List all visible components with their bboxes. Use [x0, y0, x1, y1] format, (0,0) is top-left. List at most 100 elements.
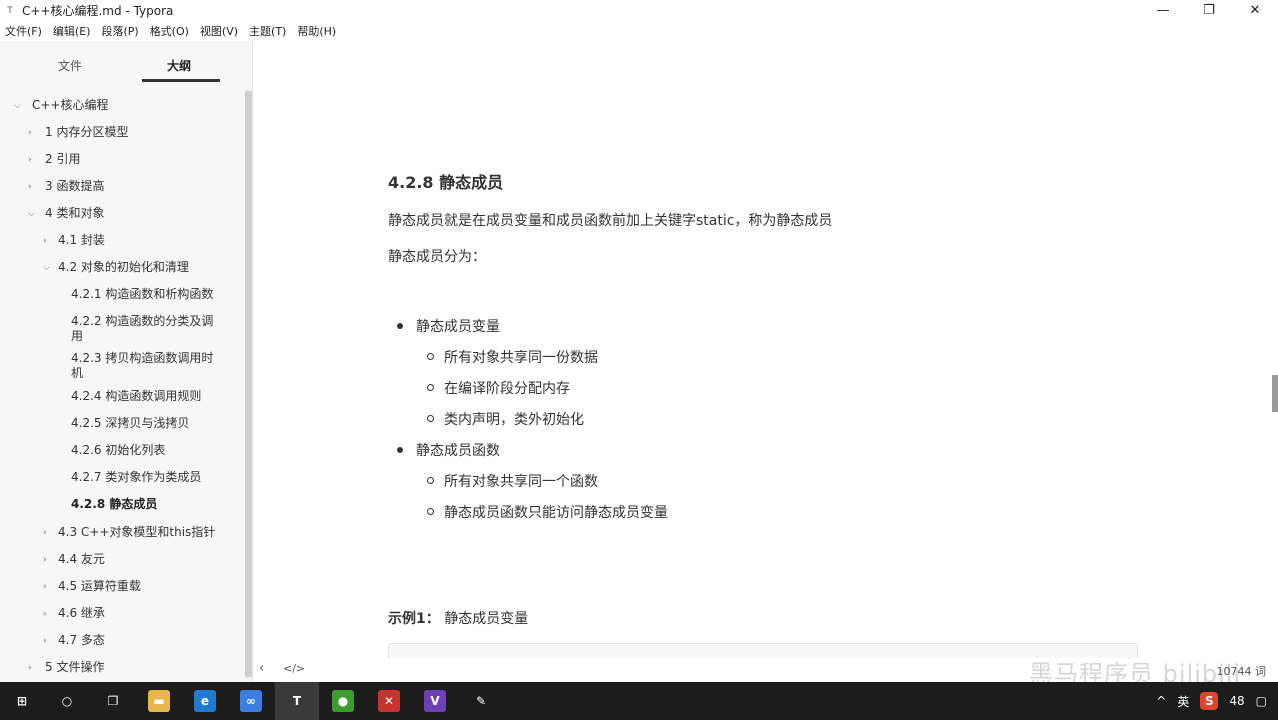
- chevron-down-icon[interactable]: ⌵: [14, 99, 21, 114]
- sidebar: 文件 大纲 ⌵ C++核心编程 › 1 内存分区模型 › 2 引用 › 3 函数提高 ⌵ 4 类和…: [0, 41, 253, 682]
- tray-count[interactable]: 48: [1229, 694, 1244, 708]
- task-view-icon: ❐: [102, 690, 124, 712]
- outline-item-label: 4.2.5 深拷贝与浅拷贝: [71, 416, 190, 430]
- outline-item[interactable]: › 4.5 运算符重载: [0, 579, 240, 609]
- taskbar-edge-button[interactable]: e: [183, 682, 227, 720]
- outline-item-label: 4.3 C++对象模型和this指针: [58, 525, 216, 539]
- source-code-mode-icon[interactable]: </>: [283, 662, 305, 675]
- chevron-right-icon[interactable]: ›: [28, 153, 32, 168]
- menu-help[interactable]: 帮助(H): [297, 23, 336, 39]
- file-explorer-icon: ▬: [148, 690, 170, 712]
- outline-item[interactable]: › 4.1 封装: [0, 233, 240, 263]
- chevron-right-icon[interactable]: ›: [43, 234, 47, 249]
- outline-item[interactable]: ⌵ C++核心编程: [0, 98, 240, 128]
- menu-edit[interactable]: 编辑(E): [53, 23, 91, 39]
- menu-view[interactable]: 视图(V): [200, 23, 238, 39]
- sidebar-scrollbar-thumb[interactable]: [245, 91, 252, 677]
- menu-paragraph[interactable]: 段落(P): [101, 23, 138, 39]
- notification-icon[interactable]: ▢: [1256, 694, 1267, 708]
- start-icon: ⊞: [11, 690, 33, 712]
- taskbar-search-button[interactable]: ○: [45, 682, 89, 720]
- sub-list-item: 所有对象共享同一个函数: [427, 471, 598, 491]
- visual-studio-icon: V: [424, 690, 446, 712]
- menu-theme[interactable]: 主题(T): [249, 23, 286, 39]
- outline-item[interactable]: 4.2.8 静态成员: [0, 497, 240, 527]
- outline-item-label: 4.2.1 构造函数和析构函数: [71, 287, 214, 301]
- chevron-right-icon[interactable]: ›: [28, 126, 32, 141]
- menu-file[interactable]: 文件(F): [5, 23, 42, 39]
- outline-item[interactable]: 4.2.3 拷贝构造函数调用时机: [0, 351, 240, 381]
- title-bar: T C++核心编程.md - Typora — ❐ ✕: [0, 0, 1278, 21]
- outline-item-label: C++核心编程: [32, 98, 109, 112]
- sub-list-item: 静态成员函数只能访问静态成员变量: [427, 502, 668, 522]
- editor-scrollbar-thumb[interactable]: [1272, 375, 1278, 412]
- minimize-button[interactable]: —: [1140, 0, 1186, 21]
- outline-item[interactable]: › 4.7 多态: [0, 633, 240, 663]
- tray-overflow-icon[interactable]: ^: [1156, 694, 1166, 708]
- window-title: C++核心编程.md - Typora: [22, 4, 174, 18]
- taskbar-paint-app-button[interactable]: ✎: [459, 682, 503, 720]
- taskbar-visual-studio-button[interactable]: V: [413, 682, 457, 720]
- outline-item[interactable]: ⌵ 4.2 对象的初始化和清理: [0, 260, 240, 290]
- sub-list-item: 在编译阶段分配内存: [427, 378, 570, 398]
- taskbar-xmind-button[interactable]: ✕: [367, 682, 411, 720]
- outline-item-label: 4 类和对象: [45, 206, 105, 220]
- outline-item[interactable]: › 4.4 友元: [0, 552, 240, 582]
- outline-item-label: 4.6 继承: [58, 606, 105, 620]
- outline-item-label: 1 内存分区模型: [45, 125, 129, 139]
- outline-item-label: 4.2.3 拷贝构造函数调用时机: [71, 351, 214, 380]
- example-title: 静态成员变量: [439, 611, 529, 627]
- system-tray: ^ 英 S 48 ▢: [1156, 682, 1278, 720]
- menu-bar: 文件(F) 编辑(E) 段落(P) 格式(O) 视图(V) 主题(T) 帮助(H…: [0, 21, 1278, 41]
- ime-indicator[interactable]: 英: [1177, 693, 1189, 710]
- taskbar-start-button[interactable]: ⊞: [0, 682, 44, 720]
- intro-paragraph: 静态成员就是在成员变量和成员函数前加上关键字static，称为静态成员: [388, 213, 833, 229]
- taskbar-file-explorer-button[interactable]: ▬: [137, 682, 181, 720]
- tab-files[interactable]: 文件: [58, 57, 82, 74]
- outline-item-label: 4.2.8 静态成员: [71, 497, 158, 511]
- sogou-ime-icon[interactable]: S: [1200, 692, 1219, 710]
- chevron-right-icon[interactable]: ›: [43, 607, 47, 622]
- outline-item[interactable]: › 3 函数提高: [0, 179, 240, 209]
- outline-item[interactable]: › 4.6 继承: [0, 606, 240, 636]
- close-button[interactable]: ✕: [1232, 0, 1278, 21]
- word-count[interactable]: 10744 词: [1217, 663, 1267, 679]
- outline-item[interactable]: › 4.3 C++对象模型和this指针: [0, 525, 240, 555]
- restore-button[interactable]: ❐: [1186, 0, 1232, 21]
- menu-format[interactable]: 格式(O): [150, 23, 189, 39]
- outline-item[interactable]: 4.2.2 构造函数的分类及调用: [0, 314, 240, 344]
- outline-item[interactable]: 4.2.4 构造函数调用规则: [0, 389, 240, 419]
- outline-item[interactable]: 4.2.7 类对象作为类成员: [0, 470, 240, 500]
- toggle-sidebar-icon[interactable]: ‹: [259, 661, 264, 676]
- search-icon: ○: [56, 690, 78, 712]
- outline-item-label: 4.1 封装: [58, 233, 105, 247]
- chevron-right-icon[interactable]: ›: [43, 580, 47, 595]
- example-heading: 示例1： 静态成员变量: [388, 608, 528, 628]
- taskbar-typora-button[interactable]: T: [275, 682, 319, 720]
- outline-item-label: 2 引用: [45, 152, 81, 166]
- chevron-down-icon[interactable]: ⌵: [43, 261, 50, 276]
- active-tab-indicator: [142, 79, 220, 82]
- chevron-right-icon[interactable]: ›: [43, 526, 47, 541]
- outline-item-label: 4.5 运算符重载: [58, 579, 141, 593]
- outline-item[interactable]: 4.2.6 初始化列表: [0, 443, 240, 473]
- outline-item[interactable]: › 1 内存分区模型: [0, 125, 240, 155]
- outline-item[interactable]: 4.2.1 构造函数和析构函数: [0, 287, 240, 317]
- sub-list-item: 类内声明，类外初始化: [427, 409, 584, 429]
- chevron-right-icon[interactable]: ›: [43, 634, 47, 649]
- chevron-right-icon[interactable]: ›: [28, 661, 32, 676]
- classify-paragraph: 静态成员分为：: [388, 249, 486, 265]
- chevron-right-icon[interactable]: ›: [43, 553, 47, 568]
- taskbar-task-view-button[interactable]: ❐: [91, 682, 135, 720]
- taskbar-baidu-netdisk-button[interactable]: ∞: [229, 682, 273, 720]
- outline-item-label: 4.4 友元: [58, 552, 105, 566]
- taskbar: ⊞ ○ ❐ ▬ e ∞ T ● ✕ V ✎ ^ 英 S 48 ▢: [0, 682, 1278, 720]
- outline-item[interactable]: 4.2.5 深拷贝与浅拷贝: [0, 416, 240, 446]
- tab-outline[interactable]: 大纲: [167, 57, 191, 74]
- chevron-down-icon[interactable]: ⌵: [28, 207, 35, 222]
- outline-item[interactable]: › 2 引用: [0, 152, 240, 182]
- chevron-right-icon[interactable]: ›: [28, 180, 32, 195]
- editor[interactable]: 4.2.8 静态成员 静态成员就是在成员变量和成员函数前加上关键字static，…: [254, 41, 1278, 663]
- outline-item[interactable]: ⌵ 4 类和对象: [0, 206, 240, 236]
- taskbar-green-app-button[interactable]: ●: [321, 682, 365, 720]
